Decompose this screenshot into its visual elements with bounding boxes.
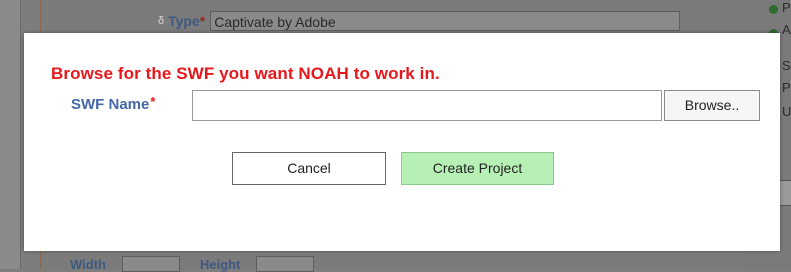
type-required-marker: *	[199, 13, 206, 29]
type-select: Captivate by Adobe	[210, 11, 681, 31]
create-project-button[interactable]: Create Project	[401, 152, 554, 185]
browse-button[interactable]: Browse..	[664, 90, 760, 121]
delta-icon: δ	[158, 15, 165, 27]
height-input	[256, 256, 315, 272]
background-size-row: Width Height	[70, 256, 334, 272]
background-type-row: δ Type * Captivate by Adobe	[158, 11, 681, 31]
status-dot-icon	[769, 5, 778, 14]
swf-name-input[interactable]	[192, 90, 662, 121]
dialog-prompt: Browse for the SWF you want NOAH to work…	[51, 64, 440, 83]
width-input	[121, 256, 180, 272]
right-column-letter: P	[782, 80, 791, 95]
right-column-letter: S	[782, 58, 791, 73]
new-project-dialog: Browse for the SWF you want NOAH to work…	[24, 33, 780, 251]
width-label: Width	[70, 256, 106, 272]
swf-name-required-marker: *	[150, 94, 156, 109]
swf-name-label: SWF Name	[71, 96, 150, 113]
right-column-letter: P	[782, 0, 791, 15]
right-column-letter: A	[782, 22, 791, 37]
background-left-panel	[0, 0, 21, 269]
cancel-button[interactable]: Cancel	[232, 152, 386, 185]
height-label: Height	[199, 256, 241, 272]
right-column-letter: U	[782, 104, 791, 119]
type-label: Type	[168, 13, 200, 29]
swf-name-field-row: SWF Name *	[71, 89, 155, 120]
